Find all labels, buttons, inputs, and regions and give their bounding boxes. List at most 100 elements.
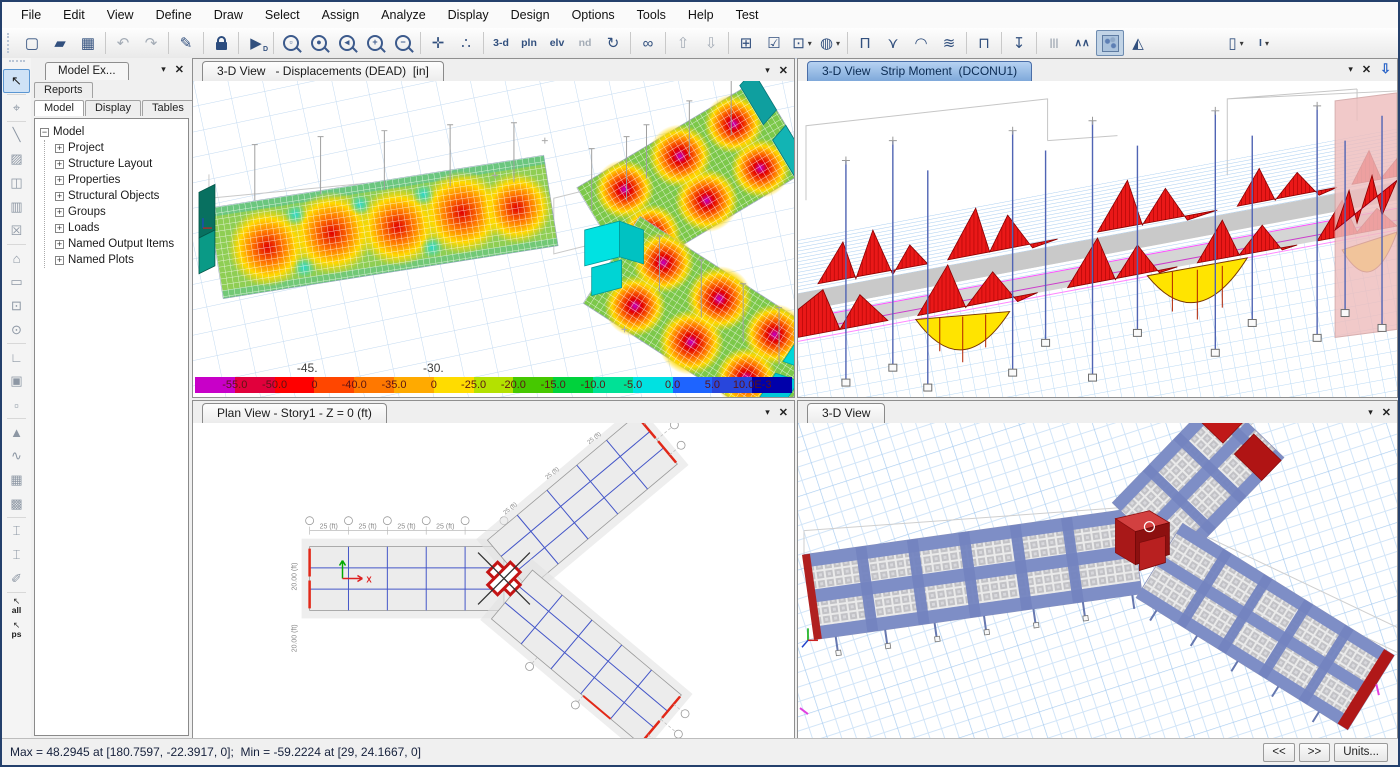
section-cut-icon[interactable]: ◭ [1124,30,1152,56]
explorer-menu-caret-icon[interactable]: ▾ [161,64,166,75]
viewport-tl-tab[interactable]: 3-D View - Displacements (DEAD) [in] [202,61,444,81]
explorer-tab-display[interactable]: Display [85,100,141,116]
download-icon[interactable]: ⇩ [1380,61,1391,77]
viewport-br-close-icon[interactable]: ✕ [1382,406,1391,419]
viewport-bl-close-icon[interactable]: ✕ [779,406,788,419]
menu-options[interactable]: Options [561,3,626,28]
tree-item-groups[interactable]: +Groups [52,204,186,220]
assign-line-load-icon[interactable]: ≋ [935,30,963,56]
draw-dimension-icon[interactable]: ✐ [3,567,30,591]
move-down-in-list-icon[interactable]: ⇩ [697,30,725,56]
draw-opening-icon[interactable]: ▫ [3,393,30,417]
quick-draw-secondary-beams-icon[interactable]: ☒ [3,219,30,243]
assign-area-icon[interactable]: ◠ [907,30,935,56]
tree-expand-icon[interactable]: + [55,224,64,233]
pan-icon[interactable]: ✛ [424,30,452,56]
explorer-tab-model[interactable]: Model [34,100,84,116]
draw-design-strip-a-icon[interactable]: ⌶ [3,519,30,543]
previous-zoom-icon[interactable]: ◂ [333,30,361,56]
walk-through-icon[interactable]: ∴ [452,30,480,56]
menu-tools[interactable]: Tools [626,3,677,28]
tree-item-project[interactable]: +Project [52,140,186,156]
previous-selection-button[interactable]: ↖ps [3,618,30,642]
isolate-objects-icon-caret[interactable]: ▾ [836,39,840,48]
show-strips-icon[interactable]: ||| [1040,30,1068,56]
view-plan-button[interactable]: pln [515,30,543,56]
quick-draw-beam-icon[interactable]: ◫ [3,171,30,195]
strip-moment-3d-canvas[interactable] [798,81,1397,397]
zoom-in-icon[interactable]: + [361,30,389,56]
rubber-band-zoom-icon[interactable]: ▫ [277,30,305,56]
new-file-icon[interactable]: ▢ [18,30,46,56]
menu-view[interactable]: View [96,3,145,28]
viewport-br-menu-caret-icon[interactable]: ▾ [1368,407,1373,418]
viewport-tr-tab[interactable]: 3-D View Strip Moment (DCONU1) [807,61,1032,81]
menu-edit[interactable]: Edit [52,3,96,28]
draw-rect-area-icon[interactable]: ▭ [3,270,30,294]
tree-expand-icon[interactable]: + [55,176,64,185]
show-contours-icon[interactable] [1096,30,1124,56]
move-up-in-list-icon[interactable]: ⇧ [669,30,697,56]
show-columns-dropdown[interactable]: ▯▾ [1222,30,1250,56]
tree-item-named-plots[interactable]: +Named Plots [52,252,186,268]
reshape-object-icon[interactable]: ⌖ [3,96,30,120]
tree-expand-icon[interactable]: + [55,160,64,169]
quick-draw-area-icon[interactable]: ⊡ [3,294,30,318]
tree-item-named-output-items[interactable]: +Named Output Items [52,236,186,252]
menu-file[interactable]: File [10,3,52,28]
viewport-tr-menu-caret-icon[interactable]: ▾ [1348,64,1353,75]
explorer-close-icon[interactable]: ✕ [175,63,184,76]
quick-draw-braces-icon[interactable]: ▥ [3,195,30,219]
select-pointer-icon[interactable]: ↖ [3,69,30,93]
menu-help[interactable]: Help [677,3,725,28]
isolate-objects-icon[interactable]: ◍▾ [816,30,844,56]
lock-icon[interactable] [207,30,235,56]
menu-draw[interactable]: Draw [203,3,254,28]
tree-item-properties[interactable]: +Properties [52,172,186,188]
object-view-options-icon[interactable]: ∞ [634,30,662,56]
draw-wall-icon[interactable]: ∟ [3,345,30,369]
tree-item-loads[interactable]: +Loads [52,220,186,236]
set-display-options-icon[interactable]: ☑ [760,30,788,56]
show-tendons-icon[interactable]: ∧∧ [1068,30,1096,56]
restore-full-view-icon[interactable]: ● [305,30,333,56]
tree-expand-icon[interactable]: + [55,192,64,201]
view-named-display-button[interactable]: nd [571,30,599,56]
zoom-out-icon[interactable]: − [389,30,417,56]
tree-expand-icon[interactable]: + [55,240,64,249]
tree-collapse-icon[interactable]: − [40,128,49,137]
plan-view-canvas[interactable]: 25 (ft) 25 (ft) 25 (ft) 25 (ft) 20.00 (f… [193,423,794,738]
menu-select[interactable]: Select [254,3,311,28]
point-displacement-icon[interactable]: ↧ [1005,30,1033,56]
model-explorer-tab[interactable]: Model Ex... [45,62,129,80]
rotate-3d-view-icon[interactable]: ↻ [599,30,627,56]
viewport-br-tab[interactable]: 3-D View [807,403,885,423]
explorer-tab-reports[interactable]: Reports [34,82,93,98]
explorer-tab-tables[interactable]: Tables [142,100,194,116]
view-3d-button[interactable]: 3-d [487,30,515,56]
draw-poly-area-icon[interactable]: ⌂ [3,246,30,270]
menu-test[interactable]: Test [725,3,770,28]
select-all-button[interactable]: ↖all [3,594,30,618]
menu-analyze[interactable]: Analyze [370,3,436,28]
redo-icon[interactable]: ↷ [137,30,165,56]
draw-design-strip-b-icon[interactable]: ⌶ [3,543,30,567]
viewport-bl-tab[interactable]: Plan View - Story1 - Z = 0 (ft) [202,403,387,423]
assign-point-icon[interactable]: ⋎ [879,30,907,56]
viewport-bl-menu-caret-icon[interactable]: ▾ [765,407,770,418]
nav-right-button[interactable]: >> [1299,743,1330,762]
draw-wall-opening-icon[interactable]: ▣ [3,369,30,393]
show-columns-dropdown-caret[interactable]: ▾ [1240,39,1244,48]
model-3d-canvas[interactable] [798,423,1397,738]
viewport-tl-menu-caret-icon[interactable]: ▾ [765,65,770,76]
view-elevation-button[interactable]: elv [543,30,571,56]
draw-frame-icon[interactable]: Π [851,30,879,56]
menu-define[interactable]: Define [145,3,203,28]
units-button[interactable]: Units... [1334,743,1388,762]
draw-ramp-icon[interactable]: ▲ [3,420,30,444]
tree-item-structural-objects[interactable]: +Structural Objects [52,188,186,204]
menu-display[interactable]: Display [437,3,500,28]
tree-item-model[interactable]: − Model [37,124,186,140]
menu-design[interactable]: Design [500,3,561,28]
tree-expand-icon[interactable]: + [55,144,64,153]
